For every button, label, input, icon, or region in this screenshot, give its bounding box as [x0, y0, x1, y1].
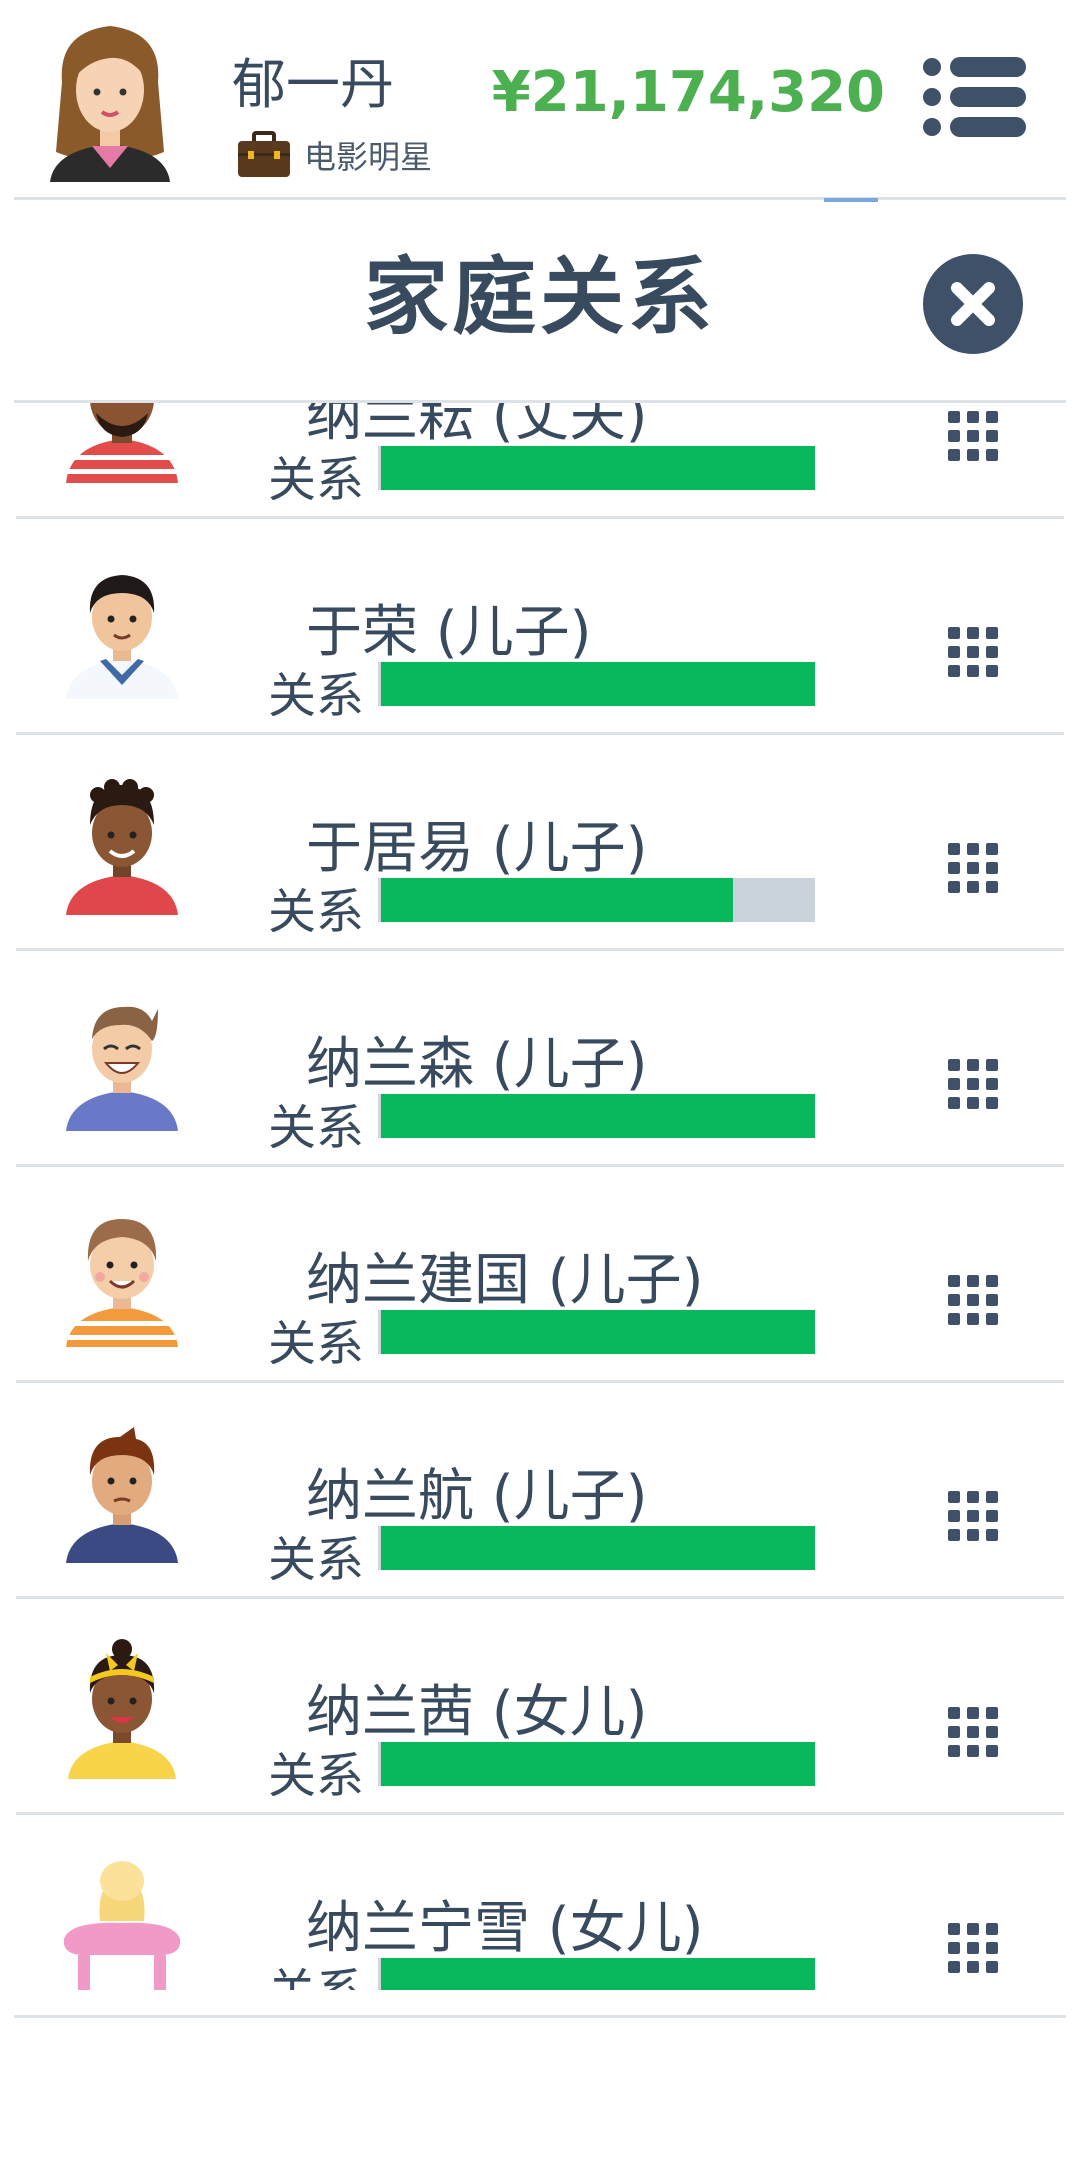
grid-menu-icon[interactable]: [946, 1057, 1000, 1111]
boy-red-shirt-avatar: [66, 779, 178, 915]
relationship-bar-fill: [381, 1742, 815, 1786]
family-member-row[interactable]: 纳兰耘 (丈夫) 关系: [0, 403, 1080, 519]
family-member-row[interactable]: 于居易 (儿子) 关系: [0, 735, 1080, 951]
relationship-bar-fill: [381, 446, 815, 490]
dialog-title: 家庭关系: [363, 248, 716, 346]
relationship-bar-fill: [381, 1526, 815, 1570]
boy-laughing-avatar: [66, 1006, 178, 1131]
relationship-bar-fill: [381, 1094, 815, 1138]
relationship-label: 关系: [268, 1316, 365, 1372]
relationship-bar-fill: [381, 878, 733, 922]
grid-menu-icon[interactable]: [946, 625, 1000, 679]
job-label: 电影明星: [304, 138, 433, 176]
girl-yellow-bow-avatar: [68, 1639, 176, 1779]
family-member-row[interactable]: 纳兰宁雪 (女儿) 关系: [0, 1815, 1080, 1990]
woman-avatar-icon[interactable]: [40, 12, 180, 182]
relationship-label: 关系: [268, 1532, 365, 1588]
family-member-row[interactable]: 纳兰茜 (女儿) 关系: [0, 1599, 1080, 1815]
header-accent-line: [824, 198, 878, 202]
relationship-bar: [378, 1958, 815, 1990]
relationship-bar: [378, 878, 815, 922]
relationship-bar-fill: [381, 1310, 815, 1354]
relationship-bar: [378, 1526, 815, 1570]
top-bar: 郁一丹 电影明星 ¥21,174,320: [0, 0, 1080, 197]
list-bottom-divider: [14, 2015, 1066, 2018]
grid-menu-icon[interactable]: [946, 1705, 1000, 1759]
relationship-label: 关系: [268, 452, 365, 508]
close-icon[interactable]: [922, 253, 1024, 355]
boy-navy-shirt-avatar: [66, 1427, 178, 1563]
relationship-label: 关系: [268, 668, 365, 724]
grid-menu-icon[interactable]: [946, 1273, 1000, 1327]
briefcase-icon: [238, 131, 290, 177]
grid-menu-icon[interactable]: [946, 1489, 1000, 1543]
header-divider: [14, 197, 1066, 200]
boy-sailor-avatar: [66, 575, 178, 699]
family-member-row[interactable]: 于荣 (儿子) 关系: [0, 519, 1080, 735]
member-name: 纳兰建国 (儿子): [306, 1248, 704, 1313]
relationship-bar: [378, 1310, 815, 1354]
man-red-striped-shirt-avatar: [66, 403, 178, 483]
relationship-bar: [378, 1094, 815, 1138]
grid-menu-icon[interactable]: [946, 1921, 1000, 1975]
family-member-row[interactable]: 纳兰建国 (儿子) 关系: [0, 1167, 1080, 1383]
relationship-bar: [378, 446, 815, 490]
relationship-label: 关系: [268, 1952, 364, 1990]
relationship-label: 关系: [268, 1100, 365, 1156]
relationship-bar: [378, 1742, 815, 1786]
baby-pacifier-avatar: [63, 1861, 181, 1990]
grid-menu-icon[interactable]: [946, 841, 1000, 895]
boy-orange-striped-avatar: [66, 1219, 178, 1347]
grid-menu-icon[interactable]: [946, 409, 1000, 463]
relationship-label: 关系: [268, 1748, 365, 1804]
relationship-bar: [378, 662, 815, 706]
member-name: 纳兰宁雪 (女儿): [306, 1896, 704, 1961]
family-list[interactable]: 纳兰耘 (丈夫) 关系 于荣 (儿子) 关系 于居易 (儿子) 关系 纳兰森 (…: [0, 403, 1080, 1990]
relationship-bar-fill: [381, 662, 815, 706]
menu-icon[interactable]: [922, 55, 1028, 139]
money-balance: ¥21,174,320: [491, 60, 885, 125]
job-info: 电影明星: [236, 130, 432, 180]
relationship-label: 关系: [268, 884, 365, 940]
player-name: 郁一丹: [232, 53, 394, 116]
relationship-bar-fill: [381, 1958, 815, 1990]
family-member-row[interactable]: 纳兰航 (儿子) 关系: [0, 1383, 1080, 1599]
family-member-row[interactable]: 纳兰森 (儿子) 关系: [0, 951, 1080, 1167]
